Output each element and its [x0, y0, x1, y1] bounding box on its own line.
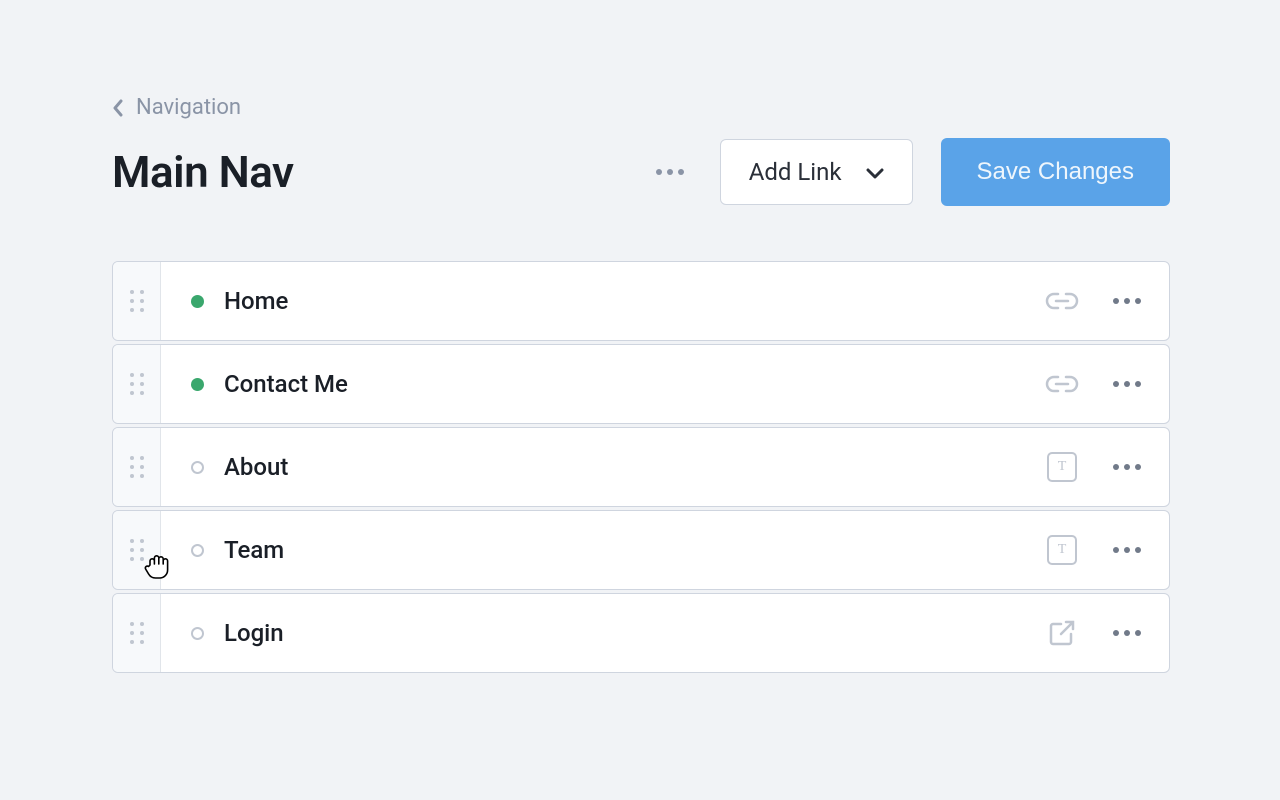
- row-more-button[interactable]: [1109, 543, 1145, 557]
- add-link-label: Add Link: [749, 158, 842, 186]
- nav-item-row[interactable]: About T: [112, 427, 1170, 507]
- nav-item-label: Team: [224, 536, 284, 564]
- status-dot-inactive: [191, 544, 204, 557]
- status-dot-inactive: [191, 461, 204, 474]
- external-link-icon[interactable]: [1045, 616, 1079, 650]
- nav-item-label: About: [224, 453, 288, 481]
- chevron-down-icon: [866, 158, 884, 186]
- drag-handle[interactable]: [113, 511, 161, 589]
- nav-item-row[interactable]: Home: [112, 261, 1170, 341]
- nav-items-list: Home Contact Me: [112, 261, 1170, 673]
- row-more-button[interactable]: [1109, 460, 1145, 474]
- nav-item-row[interactable]: Login: [112, 593, 1170, 673]
- drag-handle[interactable]: [113, 594, 161, 672]
- status-dot-active: [191, 295, 204, 308]
- save-label: Save Changes: [977, 158, 1134, 185]
- drag-handle[interactable]: [113, 428, 161, 506]
- row-more-button[interactable]: [1109, 626, 1145, 640]
- text-icon[interactable]: T: [1045, 533, 1079, 567]
- add-link-button[interactable]: Add Link: [720, 139, 913, 205]
- link-icon[interactable]: [1045, 367, 1079, 401]
- nav-item-row[interactable]: Contact Me: [112, 344, 1170, 424]
- more-actions-button[interactable]: [648, 161, 692, 183]
- drag-handle[interactable]: [113, 345, 161, 423]
- breadcrumb-label: Navigation: [136, 95, 241, 120]
- nav-item-label: Contact Me: [224, 370, 348, 398]
- page-title: Main Nav: [112, 146, 294, 198]
- save-changes-button[interactable]: Save Changes: [941, 138, 1170, 206]
- row-more-button[interactable]: [1109, 377, 1145, 391]
- breadcrumb[interactable]: Navigation: [112, 95, 1170, 120]
- nav-item-label: Home: [224, 287, 288, 315]
- nav-item-label: Login: [224, 619, 284, 647]
- drag-handle[interactable]: [113, 262, 161, 340]
- status-dot-inactive: [191, 627, 204, 640]
- status-dot-active: [191, 378, 204, 391]
- chevron-left-icon: [112, 98, 124, 118]
- row-more-button[interactable]: [1109, 294, 1145, 308]
- text-icon[interactable]: T: [1045, 450, 1079, 484]
- nav-item-row[interactable]: Team T: [112, 510, 1170, 590]
- link-icon[interactable]: [1045, 284, 1079, 318]
